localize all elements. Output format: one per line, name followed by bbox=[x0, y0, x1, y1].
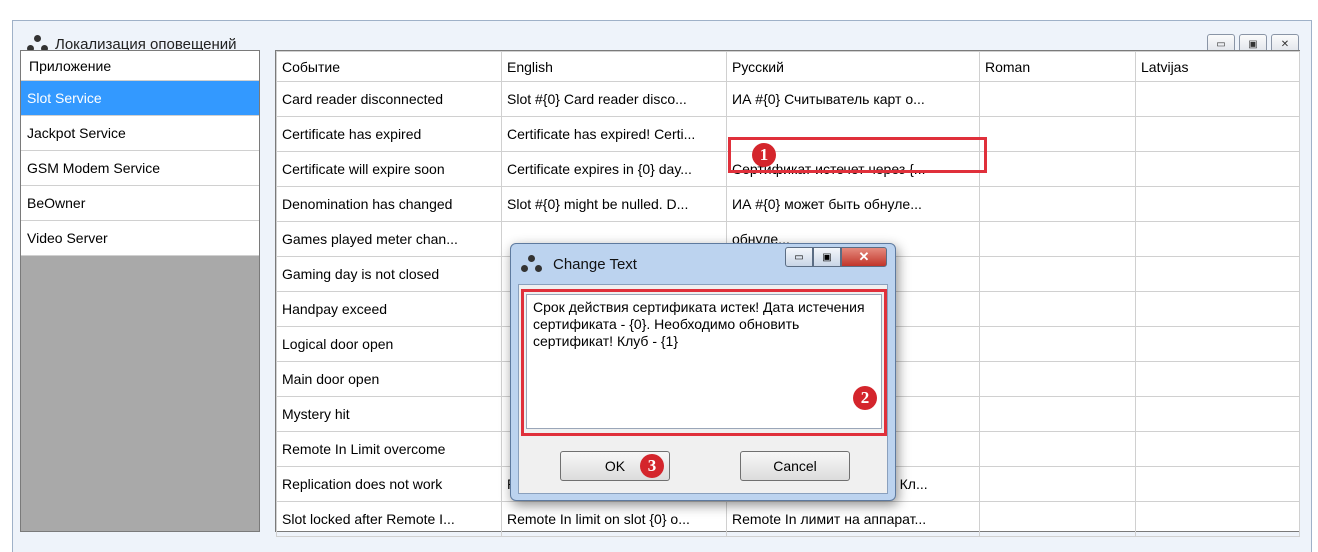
ok-button-label: OK bbox=[604, 458, 626, 474]
grid-cell[interactable]: Slot #{0} Card reader disco... bbox=[501, 81, 727, 117]
list-item-beowner[interactable]: BeOwner bbox=[21, 186, 259, 221]
grid-cell[interactable] bbox=[979, 186, 1136, 222]
grid-cell[interactable] bbox=[1135, 291, 1300, 327]
application-list-header[interactable]: Приложение bbox=[21, 51, 259, 81]
grid-cell[interactable] bbox=[979, 81, 1136, 117]
application-list: Приложение Slot Service Jackpot Service … bbox=[20, 50, 260, 532]
grid-cell[interactable] bbox=[1135, 501, 1300, 537]
grid-cell[interactable] bbox=[1135, 396, 1300, 432]
change-text-dialog: Change Text ▭ ▣ ✕ Срок действия сертифик… bbox=[510, 243, 896, 501]
grid-cell[interactable] bbox=[979, 466, 1136, 502]
list-item-slot-service[interactable]: Slot Service bbox=[21, 81, 259, 116]
grid-cell[interactable]: ИА #{0} может быть обнуле... bbox=[726, 186, 980, 222]
step-badge-1: 1 bbox=[752, 143, 776, 167]
grid-cell[interactable]: Logical door open bbox=[276, 326, 502, 362]
table-row[interactable]: Card reader disconnected Slot #{0} Card r… bbox=[276, 81, 1300, 117]
grid-cell[interactable]: Denomination has changed bbox=[276, 186, 502, 222]
step-badge-3: 3 bbox=[640, 454, 664, 478]
grid-cell[interactable]: Games played meter chan... bbox=[276, 221, 502, 257]
grid-cell[interactable] bbox=[1135, 361, 1300, 397]
grid-cell[interactable] bbox=[1135, 221, 1300, 257]
grid-cell[interactable]: Remote In limit on slot {0} o... bbox=[501, 501, 727, 537]
grid-cell[interactable]: Certificate has expired! Certi... bbox=[501, 116, 727, 152]
grid-cell[interactable] bbox=[1135, 326, 1300, 362]
dialog-minimize-button[interactable]: ▭ bbox=[785, 247, 813, 267]
list-item-gsm-modem-service[interactable]: GSM Modem Service bbox=[21, 151, 259, 186]
grid-cell[interactable] bbox=[1135, 466, 1300, 502]
grid-cell[interactable]: Main door open bbox=[276, 361, 502, 397]
grid-cell[interactable] bbox=[979, 501, 1136, 537]
dialog-title: Change Text bbox=[553, 255, 637, 273]
grid-cell[interactable] bbox=[1135, 431, 1300, 467]
table-row[interactable]: Certificate has expired Certificate has e… bbox=[276, 116, 1300, 152]
column-header-english[interactable]: English bbox=[501, 51, 727, 82]
dialog-close-button[interactable]: ✕ bbox=[841, 247, 887, 267]
dialog-app-icon bbox=[521, 255, 543, 273]
grid-cell[interactable]: Slot #{0} might be nulled. D... bbox=[501, 186, 727, 222]
cancel-button[interactable]: Cancel bbox=[740, 451, 850, 481]
grid-cell[interactable] bbox=[1135, 81, 1300, 117]
grid-cell[interactable]: Handpay exceed bbox=[276, 291, 502, 327]
grid-cell[interactable]: Certificate expires in {0} day... bbox=[501, 151, 727, 187]
grid-cell[interactable] bbox=[979, 361, 1136, 397]
grid-cell[interactable] bbox=[979, 396, 1136, 432]
grid-header-row: Событие English Русский Roman Latvijas bbox=[276, 51, 1300, 82]
table-row[interactable]: Certificate will expire soon Certificate … bbox=[276, 151, 1300, 187]
dialog-body: Срок действия сертификата истек! Дата ис… bbox=[518, 284, 888, 494]
grid-cell[interactable]: Card reader disconnected bbox=[276, 81, 502, 117]
grid-cell[interactable] bbox=[979, 256, 1136, 292]
grid-cell[interactable]: Slot locked after Remote I... bbox=[276, 501, 502, 537]
list-item-jackpot-service[interactable]: Jackpot Service bbox=[21, 116, 259, 151]
table-row[interactable]: Slot locked after Remote I... Remote In l… bbox=[276, 501, 1300, 537]
grid-cell[interactable] bbox=[1135, 116, 1300, 152]
translation-text-input[interactable]: Срок действия сертификата истек! Дата ис… bbox=[526, 294, 882, 429]
grid-cell[interactable]: Certificate will expire soon bbox=[276, 151, 502, 187]
list-item-video-server[interactable]: Video Server bbox=[21, 221, 259, 256]
grid-cell[interactable]: Mystery hit bbox=[276, 396, 502, 432]
grid-cell[interactable] bbox=[979, 151, 1136, 187]
grid-cell[interactable] bbox=[979, 221, 1136, 257]
grid-cell[interactable] bbox=[979, 326, 1136, 362]
dialog-maximize-button[interactable]: ▣ bbox=[813, 247, 841, 267]
grid-cell[interactable]: Replication does not work bbox=[276, 466, 502, 502]
grid-cell[interactable] bbox=[1135, 151, 1300, 187]
grid-cell[interactable]: Gaming day is not closed bbox=[276, 256, 502, 292]
grid-cell[interactable]: Certificate has expired bbox=[276, 116, 502, 152]
grid-cell[interactable] bbox=[979, 116, 1136, 152]
dialog-titlebar: Change Text ▭ ▣ ✕ bbox=[511, 244, 895, 284]
grid-cell[interactable]: Remote In Limit overcome bbox=[276, 431, 502, 467]
grid-cell[interactable]: ИА #{0} Считыватель карт о... bbox=[726, 81, 980, 117]
grid-cell[interactable] bbox=[1135, 186, 1300, 222]
step-badge-2: 2 bbox=[853, 386, 877, 410]
grid-cell[interactable] bbox=[979, 291, 1136, 327]
grid-cell[interactable] bbox=[1135, 256, 1300, 292]
column-header-latvian[interactable]: Latvijas bbox=[1135, 51, 1300, 82]
column-header-russian[interactable]: Русский bbox=[726, 51, 980, 82]
table-row[interactable]: Denomination has changed Slot #{0} might … bbox=[276, 186, 1300, 222]
column-header-event[interactable]: Событие bbox=[276, 51, 502, 82]
column-header-roman[interactable]: Roman bbox=[979, 51, 1136, 82]
grid-cell[interactable]: Remote In лимит на аппарат... bbox=[726, 501, 980, 537]
grid-cell[interactable] bbox=[979, 431, 1136, 467]
